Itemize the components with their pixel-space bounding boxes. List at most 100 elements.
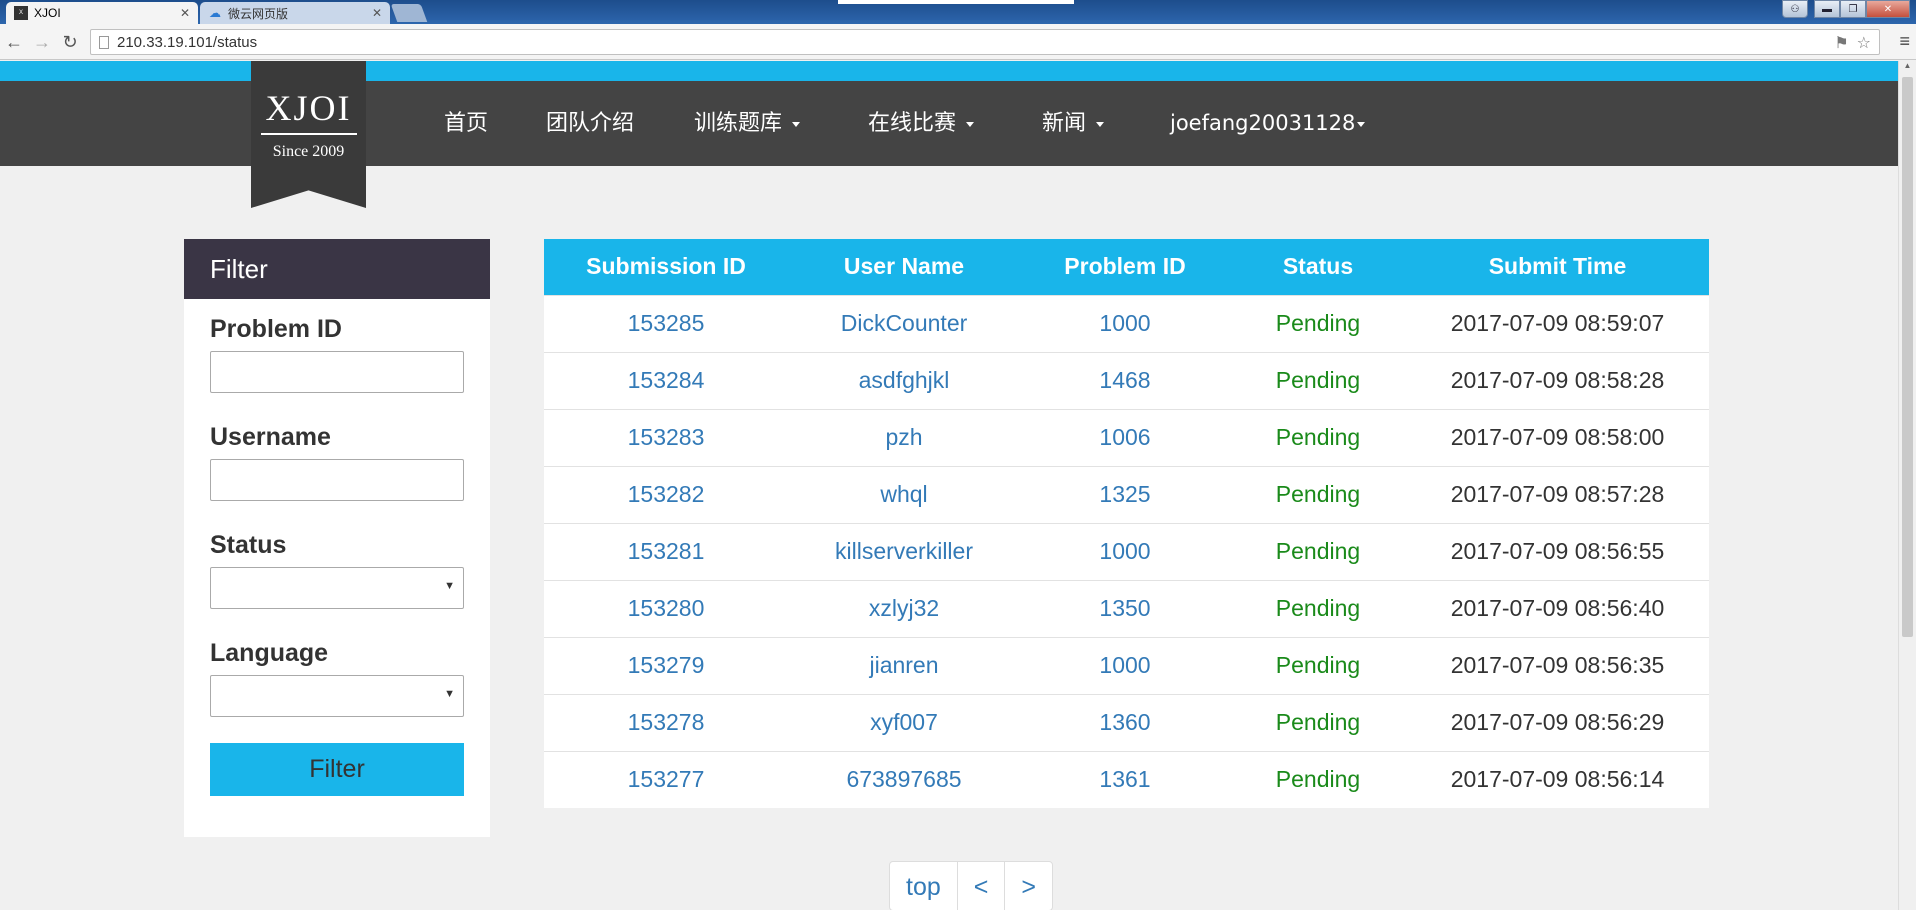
language-select[interactable]: ▼ [210,675,464,717]
column-header: Submit Time [1406,239,1709,295]
username-link[interactable]: whql [880,481,927,507]
nav-home[interactable]: 首页 [444,81,488,166]
forward-arrow-icon[interactable]: → [32,32,52,52]
scroll-up-icon[interactable]: ▲ [1899,61,1916,75]
nav-contests[interactable]: 在线比赛 [868,81,975,166]
table-cell: 153282 [544,465,788,523]
scrollbar-thumb[interactable] [1902,77,1913,637]
bookmark-star-icon[interactable]: ☆ [1857,33,1871,53]
username-link[interactable]: killserverkiller [835,538,973,564]
status-select[interactable]: ▼ [210,567,464,609]
username-link[interactable]: DickCounter [841,310,968,336]
reload-icon[interactable]: ↻ [60,32,80,52]
problem-id-link[interactable]: 1360 [1099,709,1150,735]
status-text: Pending [1275,481,1361,507]
username-input[interactable] [210,459,464,501]
close-tab-icon[interactable]: ✕ [372,6,382,20]
pagination-top-button[interactable]: top [889,861,958,910]
pagination-prev-button[interactable]: < [956,861,1006,910]
close-tab-icon[interactable]: ✕ [180,6,190,20]
username-link[interactable]: xyf007 [870,709,938,735]
submission-id-link[interactable]: 153279 [628,652,705,678]
table-cell: Pending [1230,636,1406,694]
table-cell: 153281 [544,522,788,580]
table-cell: Pending [1230,408,1406,466]
tab-title: XJOI [34,6,61,20]
submission-id-link[interactable]: 153280 [628,595,705,621]
table-cell: 2017-07-09 08:58:28 [1406,351,1709,409]
submit-time: 2017-07-09 08:57:28 [1450,481,1665,507]
close-window-icon[interactable]: ✕ [1866,0,1910,18]
username-link[interactable]: pzh [885,424,922,450]
submission-id-link[interactable]: 153278 [628,709,705,735]
table-cell: 2017-07-09 08:59:07 [1406,294,1709,352]
table-cell: pzh [788,408,1020,466]
username-link[interactable]: jianren [869,652,938,678]
table-cell: 2017-07-09 08:57:28 [1406,465,1709,523]
table-cell: 153284 [544,351,788,409]
table-cell: whql [788,465,1020,523]
submission-id-link[interactable]: 153281 [628,538,705,564]
username-link[interactable]: xzlyj32 [869,595,939,621]
table-cell: Pending [1230,294,1406,352]
table-cell: Pending [1230,693,1406,751]
table-row: 153284 asdfghjkl 1468 Pending 2017-07-09 08:… [544,351,1709,409]
pagination-next-button[interactable]: > [1004,861,1053,910]
status-text: Pending [1275,538,1361,564]
table-cell: asdfghjkl [788,351,1020,409]
submission-id-link[interactable]: 153284 [628,367,705,393]
table-cell: killserverkiller [788,522,1020,580]
table-cell: 2017-07-09 08:56:40 [1406,579,1709,637]
problem-id-link[interactable]: 1361 [1099,766,1150,792]
submission-id-link[interactable]: 153277 [628,766,705,792]
address-bar[interactable]: 210.33.19.101/status ⚑ ☆ [90,29,1880,55]
nav-news[interactable]: 新闻 [1042,81,1105,166]
dropdown-arrow-icon: ▼ [444,580,455,592]
username-link[interactable]: 673897685 [846,766,961,792]
problem-id-link[interactable]: 1000 [1099,652,1150,678]
chevron-down-icon [792,121,801,127]
table-cell: Pending [1230,750,1406,808]
problem-id-link[interactable]: 1468 [1099,367,1150,393]
nav-team[interactable]: 团队介绍 [546,81,634,166]
url-text: 210.33.19.101/status [117,33,258,51]
problem-id-input[interactable] [210,351,464,393]
browser-tab-weiyun[interactable]: ☁ 微云网页版 ✕ [200,2,390,24]
column-header: Problem ID [1020,239,1230,295]
submission-id-link[interactable]: 153285 [628,310,705,336]
problem-id-link[interactable]: 1000 [1099,310,1150,336]
table-cell: 2017-07-09 08:56:55 [1406,522,1709,580]
tab-title: 微云网页版 [228,6,289,21]
xjoi-favicon-icon: X [14,6,28,20]
new-tab-button[interactable] [390,4,428,22]
submission-id-link[interactable]: 153283 [628,424,705,450]
submission-id-link[interactable]: 153282 [628,481,705,507]
nav-problems[interactable]: 训练题库 [694,81,801,166]
username-link[interactable]: asdfghjkl [859,367,950,393]
browser-tab-xjoi[interactable]: X XJOI ✕ [6,2,198,24]
column-header: User Name [788,239,1020,295]
translate-icon[interactable]: ⚑ [1834,33,1848,53]
problem-id-link[interactable]: 1325 [1099,481,1150,507]
nav-user-menu[interactable]: joefang20031128 [1170,81,1366,166]
site-logo[interactable]: XJOI Since 2009 [251,61,366,208]
problem-id-link[interactable]: 1006 [1099,424,1150,450]
maximize-icon[interactable]: ❐ [1840,0,1866,18]
back-arrow-icon[interactable]: ← [4,32,24,52]
minimize-icon[interactable]: ▬ [1814,0,1840,18]
problem-id-link[interactable]: 1350 [1099,595,1150,621]
table-cell: 2017-07-09 08:56:29 [1406,693,1709,751]
table-cell: 2017-07-09 08:58:00 [1406,408,1709,466]
column-header: Submission ID [544,239,788,295]
username-label: Username [210,423,331,451]
table-row: 153281 killserverkiller 1000 Pending 2017-07… [544,522,1709,580]
user-profile-icon[interactable]: ⚇ [1782,0,1808,18]
vertical-scrollbar[interactable]: ▲ [1898,61,1916,910]
table-cell: 1360 [1020,693,1230,751]
browser-menu-icon[interactable]: ≡ [1899,31,1910,52]
table-cell: 153285 [544,294,788,352]
problem-id-link[interactable]: 1000 [1099,538,1150,564]
table-cell: 153279 [544,636,788,694]
filter-button[interactable]: Filter [210,743,464,796]
submit-time: 2017-07-09 08:58:28 [1450,367,1665,393]
